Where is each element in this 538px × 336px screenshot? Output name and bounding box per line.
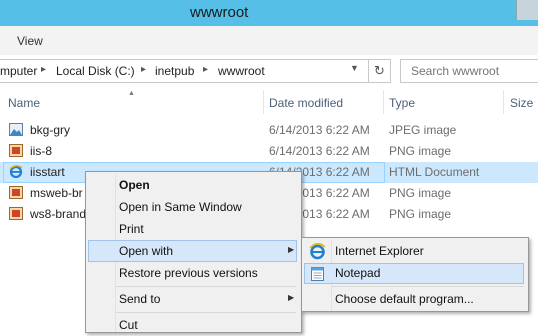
menu-item-print[interactable]: Print [88, 219, 297, 240]
tab-view[interactable]: View [17, 34, 43, 48]
column-divider[interactable] [263, 90, 264, 114]
open-with-submenu: Internet Explorer Notepad Choose default… [301, 237, 529, 312]
menu-item-label: Choose default program... [335, 292, 474, 306]
menu-item-label: Restore previous versions [119, 266, 258, 280]
png-image-icon [9, 207, 23, 220]
ribbon: View [0, 26, 538, 56]
column-header-name[interactable]: Name [8, 96, 40, 110]
window-control-button[interactable] [516, 0, 538, 20]
file-name: bkg-gry [30, 123, 71, 137]
file-name: msweb-br [30, 186, 83, 200]
column-header-size[interactable]: Size [510, 96, 533, 110]
chevron-right-icon: ▶ [288, 293, 295, 302]
menu-item-send-to[interactable]: Send to ▶ [88, 289, 297, 310]
menu-item-label: Open with [119, 244, 174, 258]
file-name: ws8-brand [30, 207, 87, 221]
column-header-date[interactable]: Date modified [269, 96, 343, 110]
menu-item-open-same-window[interactable]: Open in Same Window [88, 197, 297, 218]
column-divider[interactable] [383, 90, 384, 114]
column-divider[interactable] [503, 90, 504, 114]
menu-item-label: Cut [119, 318, 138, 332]
address-bar[interactable]: mputer ▸ Local Disk (C:) ▸ inetpub ▸ www… [0, 59, 369, 83]
file-date: 6/14/2013 6:22 AM [269, 123, 370, 137]
file-name: iis-8 [30, 144, 53, 158]
internet-explorer-icon [309, 243, 326, 260]
file-type: PNG image [389, 207, 452, 221]
jpeg-image-icon [9, 123, 23, 136]
file-type: PNG image [389, 144, 452, 158]
submenu-item-choose-default-program[interactable]: Choose default program... [304, 289, 524, 310]
menu-item-open-with[interactable]: Open with ▶ [88, 240, 297, 262]
menu-item-label: Notepad [335, 266, 381, 280]
column-header-type[interactable]: Type [389, 96, 415, 110]
chevron-right-icon[interactable]: ▸ [41, 64, 46, 75]
menu-item-open[interactable]: Open [88, 175, 297, 196]
title-bar: wwwroot [0, 0, 538, 26]
file-row[interactable]: bkg-gry 6/14/2013 6:22 AM JPEG image [0, 120, 538, 141]
refresh-button[interactable]: ↻ [369, 59, 391, 83]
chevron-right-icon[interactable]: ▸ [141, 64, 146, 75]
submenu-item-internet-explorer[interactable]: Internet Explorer [304, 241, 524, 262]
menu-item-label: Open [119, 178, 150, 192]
menu-separator [332, 286, 524, 287]
menu-item-label: Internet Explorer [335, 244, 424, 258]
file-name: iisstart [30, 165, 65, 179]
menu-item-label: Send to [119, 292, 161, 306]
file-type: PNG image [389, 186, 452, 200]
window-title: wwwroot [190, 4, 249, 21]
chevron-right-icon[interactable]: ▸ [203, 64, 208, 75]
breadcrumb-inetpub[interactable]: inetpub [155, 64, 194, 78]
menu-item-label: Open in Same Window [119, 200, 242, 214]
refresh-icon: ↻ [374, 63, 385, 78]
submenu-item-notepad[interactable]: Notepad [304, 263, 524, 284]
menu-item-label: Print [119, 222, 144, 236]
search-box[interactable] [400, 59, 538, 83]
png-image-icon [9, 186, 23, 199]
png-image-icon [9, 144, 23, 157]
chevron-down-icon[interactable]: ▼ [350, 63, 359, 73]
menu-separator [116, 286, 296, 287]
file-date: 6/14/2013 6:22 AM [269, 144, 370, 158]
column-header-row: ▲ Name Date modified Type Size [0, 90, 538, 114]
file-row[interactable]: iis-8 6/14/2013 6:22 AM PNG image [0, 141, 538, 162]
menu-item-restore-previous-versions[interactable]: Restore previous versions [88, 263, 297, 284]
file-type: JPEG image [389, 123, 457, 137]
breadcrumb-wwwroot[interactable]: wwwroot [218, 64, 265, 78]
ie-document-icon [9, 165, 23, 178]
file-type: HTML Document [389, 165, 480, 179]
notepad-icon [311, 267, 324, 281]
breadcrumb-computer[interactable]: mputer [0, 64, 37, 78]
breadcrumb-local-disk[interactable]: Local Disk (C:) [56, 64, 135, 78]
search-input[interactable] [409, 63, 538, 79]
chevron-right-icon: ▶ [288, 245, 295, 254]
menu-separator [116, 312, 296, 313]
context-menu: Open Open in Same Window Print Open with… [85, 171, 302, 333]
sort-up-icon: ▲ [128, 90, 135, 97]
